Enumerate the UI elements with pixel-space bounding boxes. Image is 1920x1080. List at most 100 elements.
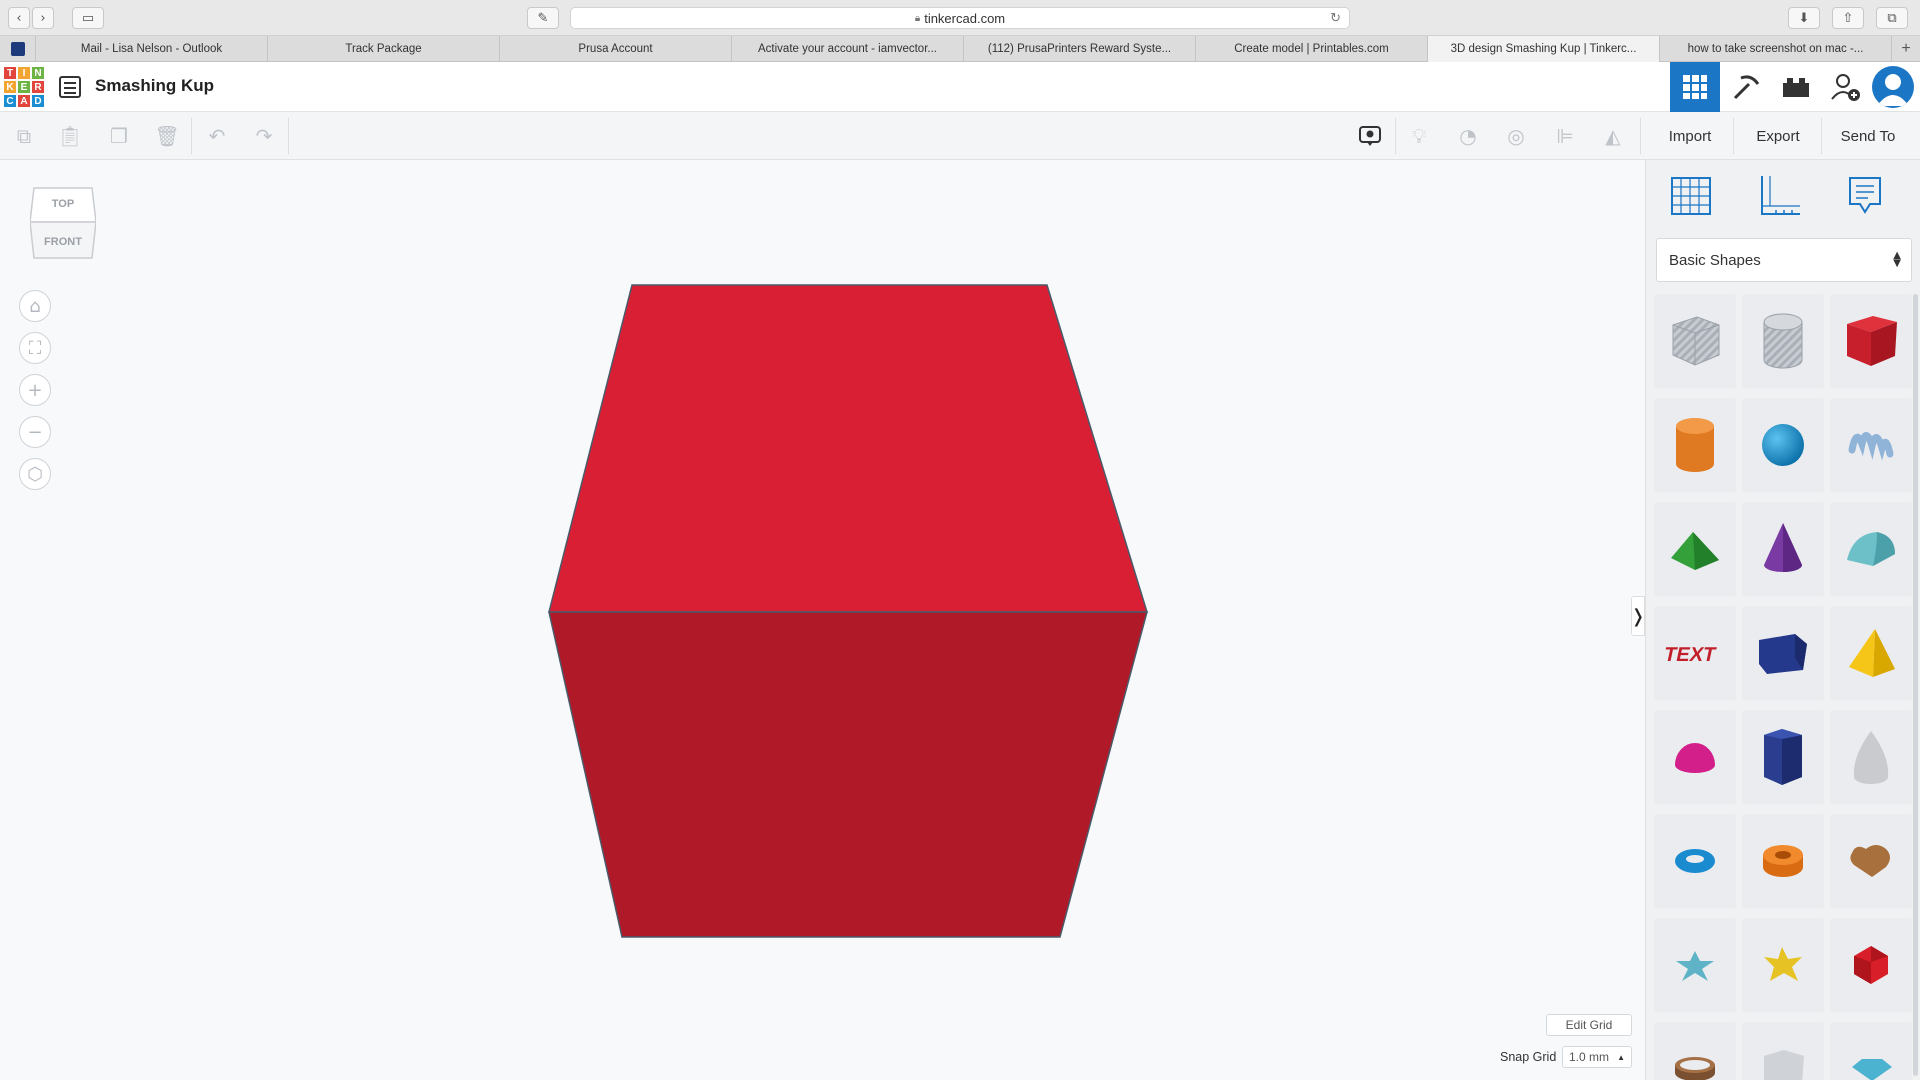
shape-icosahedron[interactable] (1830, 918, 1912, 1012)
red-box-shape[interactable] (540, 220, 1150, 940)
undo-icon[interactable]: ↶ (205, 124, 229, 148)
reload-icon[interactable]: ↻ (1330, 11, 1341, 26)
ruler-button[interactable] (1756, 172, 1802, 218)
svg-text:TEXT: TEXT (1665, 644, 1718, 666)
bricks-button[interactable] (1772, 62, 1820, 112)
tab-bar: Mail - Lisa Nelson - Outlook Track Packa… (0, 36, 1920, 62)
tab-activate-account[interactable]: Activate your account - iamvector... (732, 36, 964, 62)
shape-dice-hole[interactable] (1742, 1022, 1824, 1080)
new-tab-button[interactable]: + (1892, 36, 1920, 61)
duplicate-icon[interactable]: ❐ (107, 124, 131, 148)
shape-heart[interactable] (1830, 814, 1912, 908)
icosahedron-icon (1854, 946, 1888, 984)
align-icon[interactable]: ⊫ (1553, 124, 1577, 148)
snap-grid-select[interactable]: 1.0 mm ▲ (1562, 1046, 1632, 1068)
ring-icon (1675, 1057, 1715, 1080)
add-user-icon (1831, 74, 1860, 101)
shape-cylinder[interactable] (1654, 398, 1736, 492)
shape-diamond[interactable] (1830, 1022, 1912, 1080)
tab-tinkercad[interactable]: 3D design Smashing Kup | Tinkerc... (1428, 36, 1660, 62)
shape-category-select[interactable]: Basic Shapes ▲ ▼ (1656, 238, 1912, 282)
design-list-icon[interactable] (59, 76, 81, 98)
shape-text[interactable]: TEXT (1654, 606, 1736, 700)
edit-grid-button[interactable]: Edit Grid (1546, 1014, 1632, 1036)
pickaxe-icon (1733, 75, 1760, 100)
import-button[interactable]: Import (1652, 120, 1728, 152)
tab-outlook[interactable]: Mail - Lisa Nelson - Outlook (36, 36, 268, 62)
shape-round-roof[interactable] (1830, 502, 1912, 596)
user-avatar[interactable] (1872, 66, 1914, 108)
shape-box-hole[interactable] (1654, 294, 1736, 388)
diamond-icon (1852, 1059, 1892, 1080)
downloads-button[interactable]: ⬇ (1788, 7, 1820, 29)
share-button[interactable]: ⇧ (1832, 7, 1864, 29)
shape-roof[interactable] (1654, 502, 1736, 596)
tab-prusa-account[interactable]: Prusa Account (500, 36, 732, 62)
workplane-button[interactable] (1668, 172, 1714, 218)
comment-icon (1849, 177, 1881, 214)
fit-view-button[interactable]: ⛶ (19, 332, 51, 364)
workplane-grid-icon (1671, 177, 1711, 215)
forward-button[interactable]: › (32, 7, 54, 29)
shape-cylinder-hole[interactable] (1742, 294, 1824, 388)
lightbulb-icon[interactable]: 💡︎ (1407, 124, 1431, 148)
shape-hexagonal-prism[interactable] (1742, 710, 1824, 804)
shape-box[interactable] (1830, 294, 1912, 388)
tab-screenshot-mac[interactable]: how to take screenshot on mac -... (1660, 36, 1892, 62)
workplane-canvas[interactable]: TOP FRONT ⌂ ⛶ + − ⬡ Edit Grid Snap Grid … (0, 160, 1645, 1080)
url-text: tinkercad.com (924, 10, 1006, 26)
shape-scribble[interactable] (1830, 398, 1912, 492)
select-arrows-icon: ▲ ▼ (1893, 250, 1901, 269)
send-to-button[interactable]: Send To (1828, 120, 1908, 152)
shape-polygon[interactable] (1742, 606, 1824, 700)
shape-paraboloid[interactable] (1830, 710, 1912, 804)
cylinder-hole-icon (1763, 313, 1803, 369)
pinned-tab-icon[interactable] (0, 36, 36, 62)
back-button[interactable]: ‹ (8, 7, 30, 29)
sidebar-toggle-button[interactable]: ▭ (72, 7, 104, 29)
scrollbar[interactable] (1913, 294, 1918, 1076)
design-title[interactable]: Smashing Kup (95, 76, 214, 96)
shape-tube[interactable] (1742, 814, 1824, 908)
delete-icon[interactable]: 🗑︎ (154, 124, 179, 148)
3d-view-button[interactable] (1670, 62, 1720, 112)
shape-half-sphere[interactable] (1654, 710, 1736, 804)
view-cube[interactable]: TOP FRONT (29, 184, 97, 262)
collapse-panel-button[interactable]: ❭ (1630, 596, 1646, 636)
tube-icon (1763, 845, 1803, 877)
shape-sphere[interactable] (1742, 398, 1824, 492)
notes-panel-button[interactable] (1842, 172, 1888, 218)
hole-icon[interactable]: ◎ (1504, 124, 1528, 148)
solid-icon[interactable]: ◔ (1456, 124, 1480, 148)
invite-user-button[interactable] (1822, 62, 1870, 112)
shape-star-gold[interactable] (1742, 918, 1824, 1012)
shape-torus[interactable] (1654, 814, 1736, 908)
zoom-out-button[interactable]: − (19, 416, 51, 448)
tab-track-package[interactable]: Track Package (268, 36, 500, 62)
paste-icon[interactable]: 📋︎ (57, 124, 82, 148)
shape-ring[interactable] (1654, 1022, 1736, 1080)
shape-cone[interactable] (1742, 502, 1824, 596)
copy-icon[interactable]: ⧉ (12, 124, 36, 148)
notes-icon[interactable] (1358, 124, 1382, 148)
home-view-button[interactable]: ⌂ (19, 290, 51, 322)
export-button[interactable]: Export (1740, 120, 1816, 152)
shape-pyramid[interactable] (1830, 606, 1912, 700)
tab-prusaprinters[interactable]: (112) PrusaPrinters Reward Syste... (964, 36, 1196, 62)
reader-icon[interactable]: ✎ (527, 7, 559, 29)
codeblocks-button[interactable] (1722, 62, 1770, 112)
redo-icon[interactable]: ↷ (252, 124, 276, 148)
mirror-icon[interactable]: ◭ (1601, 124, 1625, 148)
round-roof-icon (1847, 532, 1895, 566)
snap-grid-value: 1.0 mm (1569, 1050, 1610, 1064)
cone-icon (1764, 523, 1802, 572)
edit-toolbar: ⧉ 📋︎ ❐ 🗑︎ ↶ ↷ 💡︎ ◔ ◎ ⊫ ◭ Import Export S… (0, 112, 1920, 160)
text-shape-icon: TEXT (1665, 644, 1718, 666)
shape-star[interactable] (1654, 918, 1736, 1012)
zoom-in-button[interactable]: + (19, 374, 51, 406)
tinkercad-logo[interactable]: T I N K E R C A D (3, 66, 45, 108)
address-bar[interactable]: 🔒︎ tinkercad.com ↻ (570, 7, 1350, 29)
perspective-button[interactable]: ⬡ (19, 458, 51, 490)
tabs-overview-button[interactable]: ⧉ (1876, 7, 1908, 29)
tab-printables[interactable]: Create model | Printables.com (1196, 36, 1428, 62)
